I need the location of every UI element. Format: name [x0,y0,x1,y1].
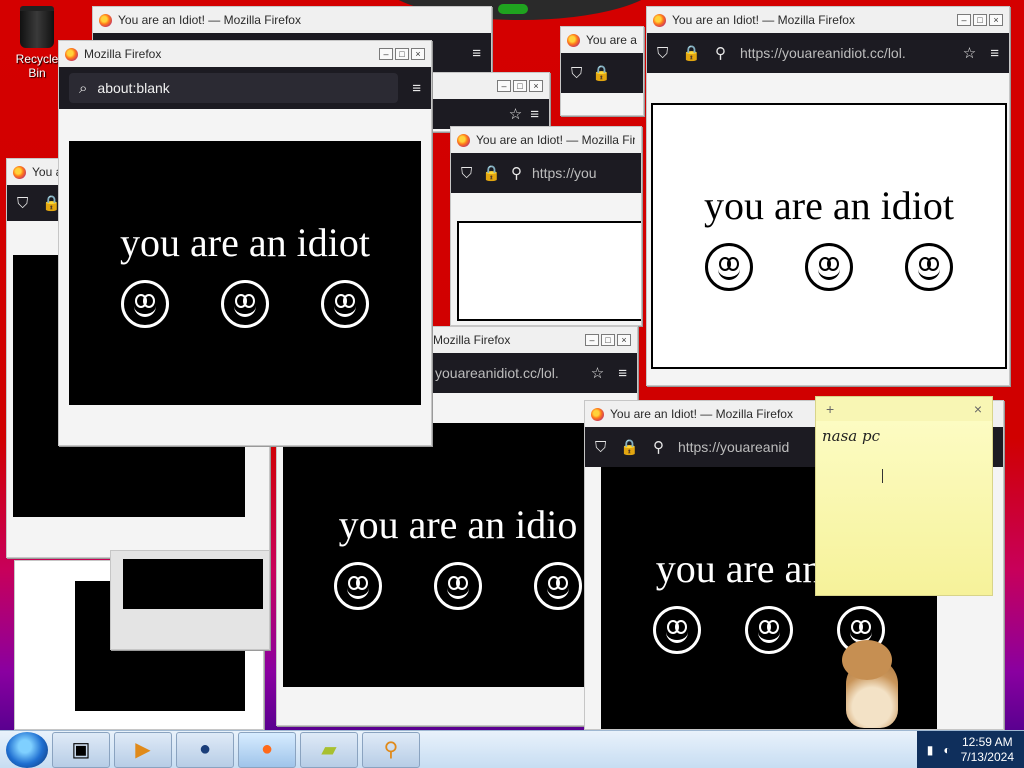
smiley-icon [334,561,382,610]
page-content [457,221,641,321]
lock-icon[interactable]: 🔒 [592,64,611,82]
permissions-icon[interactable]: ⚲ [715,44,726,62]
browser-window[interactable]: You are an Idiot! — Mozilla Firefox – □ × ⛉… [646,6,1010,386]
clock[interactable]: 12:59 AM 7/13/2024 [961,735,1014,765]
smiley-icon [321,279,369,328]
firefox-icon: ● [260,738,274,760]
desktop: Recycle Bin You are an Idiot! — Mozilla … [0,0,1024,730]
minimize-button[interactable]: – [957,14,971,26]
volume-icon[interactable]: ◐ [943,743,950,757]
notes-icon: ▰ [321,739,337,761]
url-text[interactable]: https://youareanidiot.cc/lol. [740,45,949,61]
address-text[interactable]: about:blank [97,80,169,96]
page-message: you are an idiot [120,219,370,265]
add-note-button[interactable]: + [826,401,834,417]
shield-icon[interactable]: ⛉ [657,45,668,62]
taskbar-firefox[interactable]: ● [238,731,296,768]
browser-window[interactable]: You are an Idiot! — Mozilla Firefox ⛉ 🔒 [560,26,644,116]
smiley-icon [221,279,269,328]
menu-icon[interactable]: ≡ [618,365,627,382]
close-button[interactable]: × [989,14,1003,26]
lock-icon[interactable]: 🔒 [682,44,701,62]
address-bar[interactable]: ⌕ about:blank [69,73,399,103]
minimize-button[interactable]: – [585,334,599,346]
taskbar-computer[interactable]: ▣ [52,731,110,768]
lock-icon[interactable]: 🔒 [482,164,501,182]
smiley-icon [121,279,169,328]
menu-icon[interactable]: ≡ [990,45,999,62]
close-button[interactable]: × [617,334,631,346]
window-title: You are an Idiot! — Mozilla Firefox [118,13,301,27]
shield-icon[interactable]: ⛉ [595,439,606,456]
browser-window[interactable] [110,550,270,650]
start-button[interactable] [6,731,48,768]
close-button[interactable]: × [411,48,425,60]
browser-window[interactable]: You are an Idiot! — Mozilla Firefox ⛉ 🔒 ⚲ h… [450,126,642,326]
shield-icon[interactable]: ⛉ [17,195,28,212]
minimize-button[interactable]: – [379,48,393,60]
taskbar-search[interactable]: ⚲ [362,731,420,768]
computer-icon: ▣ [71,739,91,761]
lock-icon[interactable]: 🔒 [620,438,639,456]
system-tray: ▮ ◐ 12:59 AM 7/13/2024 [916,730,1024,768]
hamster-image [836,640,906,728]
page-content: you are an idiot [69,141,421,405]
firefox-icon [457,133,470,147]
smiley-icon [805,242,853,291]
firefox-icon [653,13,666,27]
star-icon[interactable]: ☆ [591,364,604,382]
taskbar-sticky-notes[interactable]: ▰ [300,731,358,768]
window-title: You are an Idiot! — Mozilla Firefox [672,13,855,27]
smiley-icon [534,561,582,610]
globe-icon: ● [198,738,212,760]
recycle-bin-label: Recycle Bin [15,52,59,80]
menu-icon[interactable]: ≡ [412,80,421,97]
smiley-icon [905,242,953,291]
url-text[interactable]: https://you [532,165,631,181]
text-cursor [882,469,883,483]
smiley-icon [745,605,793,654]
window-title: You are an Idiot! — Mozilla Firefox [586,33,637,47]
menu-icon[interactable]: ≡ [530,106,539,123]
menu-icon[interactable]: ≡ [472,45,481,62]
network-icon[interactable]: ▮ [927,743,934,757]
shield-icon[interactable]: ⛉ [571,65,582,82]
sticky-note-text[interactable]: nasa pc [816,421,992,451]
page-content: you are an idiot [651,103,1007,369]
maximize-button[interactable]: □ [395,48,409,60]
recycle-bin-icon [20,6,54,48]
permissions-icon[interactable]: ⚲ [653,438,664,456]
page-message: you are an [655,545,823,591]
firefox-icon [13,165,26,179]
firefox-icon [65,47,78,61]
smiley-icon [434,561,482,610]
search-icon: ⌕ [79,79,88,97]
firefox-icon [591,407,604,421]
star-icon[interactable]: ☆ [509,105,522,123]
shield-icon[interactable]: ⛉ [461,165,472,182]
page-message: you are an idiot [704,182,954,228]
close-note-button[interactable]: × [974,401,982,417]
taskbar-media[interactable]: ▶ [114,731,172,768]
clock-time: 12:59 AM [961,734,1013,749]
browser-window-front[interactable]: Mozilla Firefox – □ × ⌕ about:blank ≡ you a… [58,40,432,446]
clock-date: 7/13/2024 [960,749,1014,764]
star-icon[interactable]: ☆ [963,44,976,62]
window-title: Mozilla Firefox [84,47,162,61]
page-content: you are an idio [283,423,633,687]
permissions-icon[interactable]: ⚲ [511,164,522,182]
window-title: You are an Idiot! — Mozilla Firefox [476,133,635,147]
smiley-icon [653,605,701,654]
maximize-button[interactable]: □ [601,334,615,346]
page-message: you are an idio [338,501,578,547]
magnifier-icon: ⚲ [383,739,399,761]
taskbar: ▣ ▶ ● ● ▰ ⚲ ▮ ◐ 12:59 AM 7/13/2024 [0,730,1024,768]
taskbar-globe[interactable]: ● [176,731,234,768]
media-icon: ▶ [135,739,151,761]
page-content [123,559,263,609]
smiley-icon [705,242,753,291]
maximize-button[interactable]: □ [973,14,987,26]
sticky-note[interactable]: + × nasa pc [815,396,993,596]
